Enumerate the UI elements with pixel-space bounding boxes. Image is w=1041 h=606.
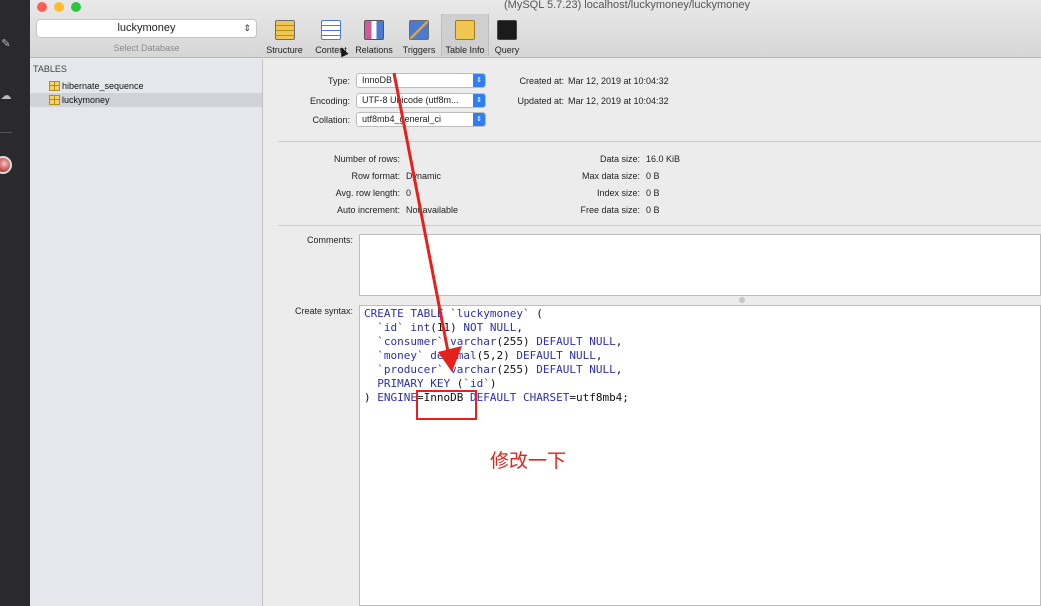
annotation-text: 修改一下 [490, 450, 567, 472]
annotation-overlay [392, 72, 462, 372]
annotation-arrow-head [438, 346, 462, 372]
annotation-highlight-box [416, 390, 477, 420]
annotation-arrow-line [392, 72, 452, 363]
